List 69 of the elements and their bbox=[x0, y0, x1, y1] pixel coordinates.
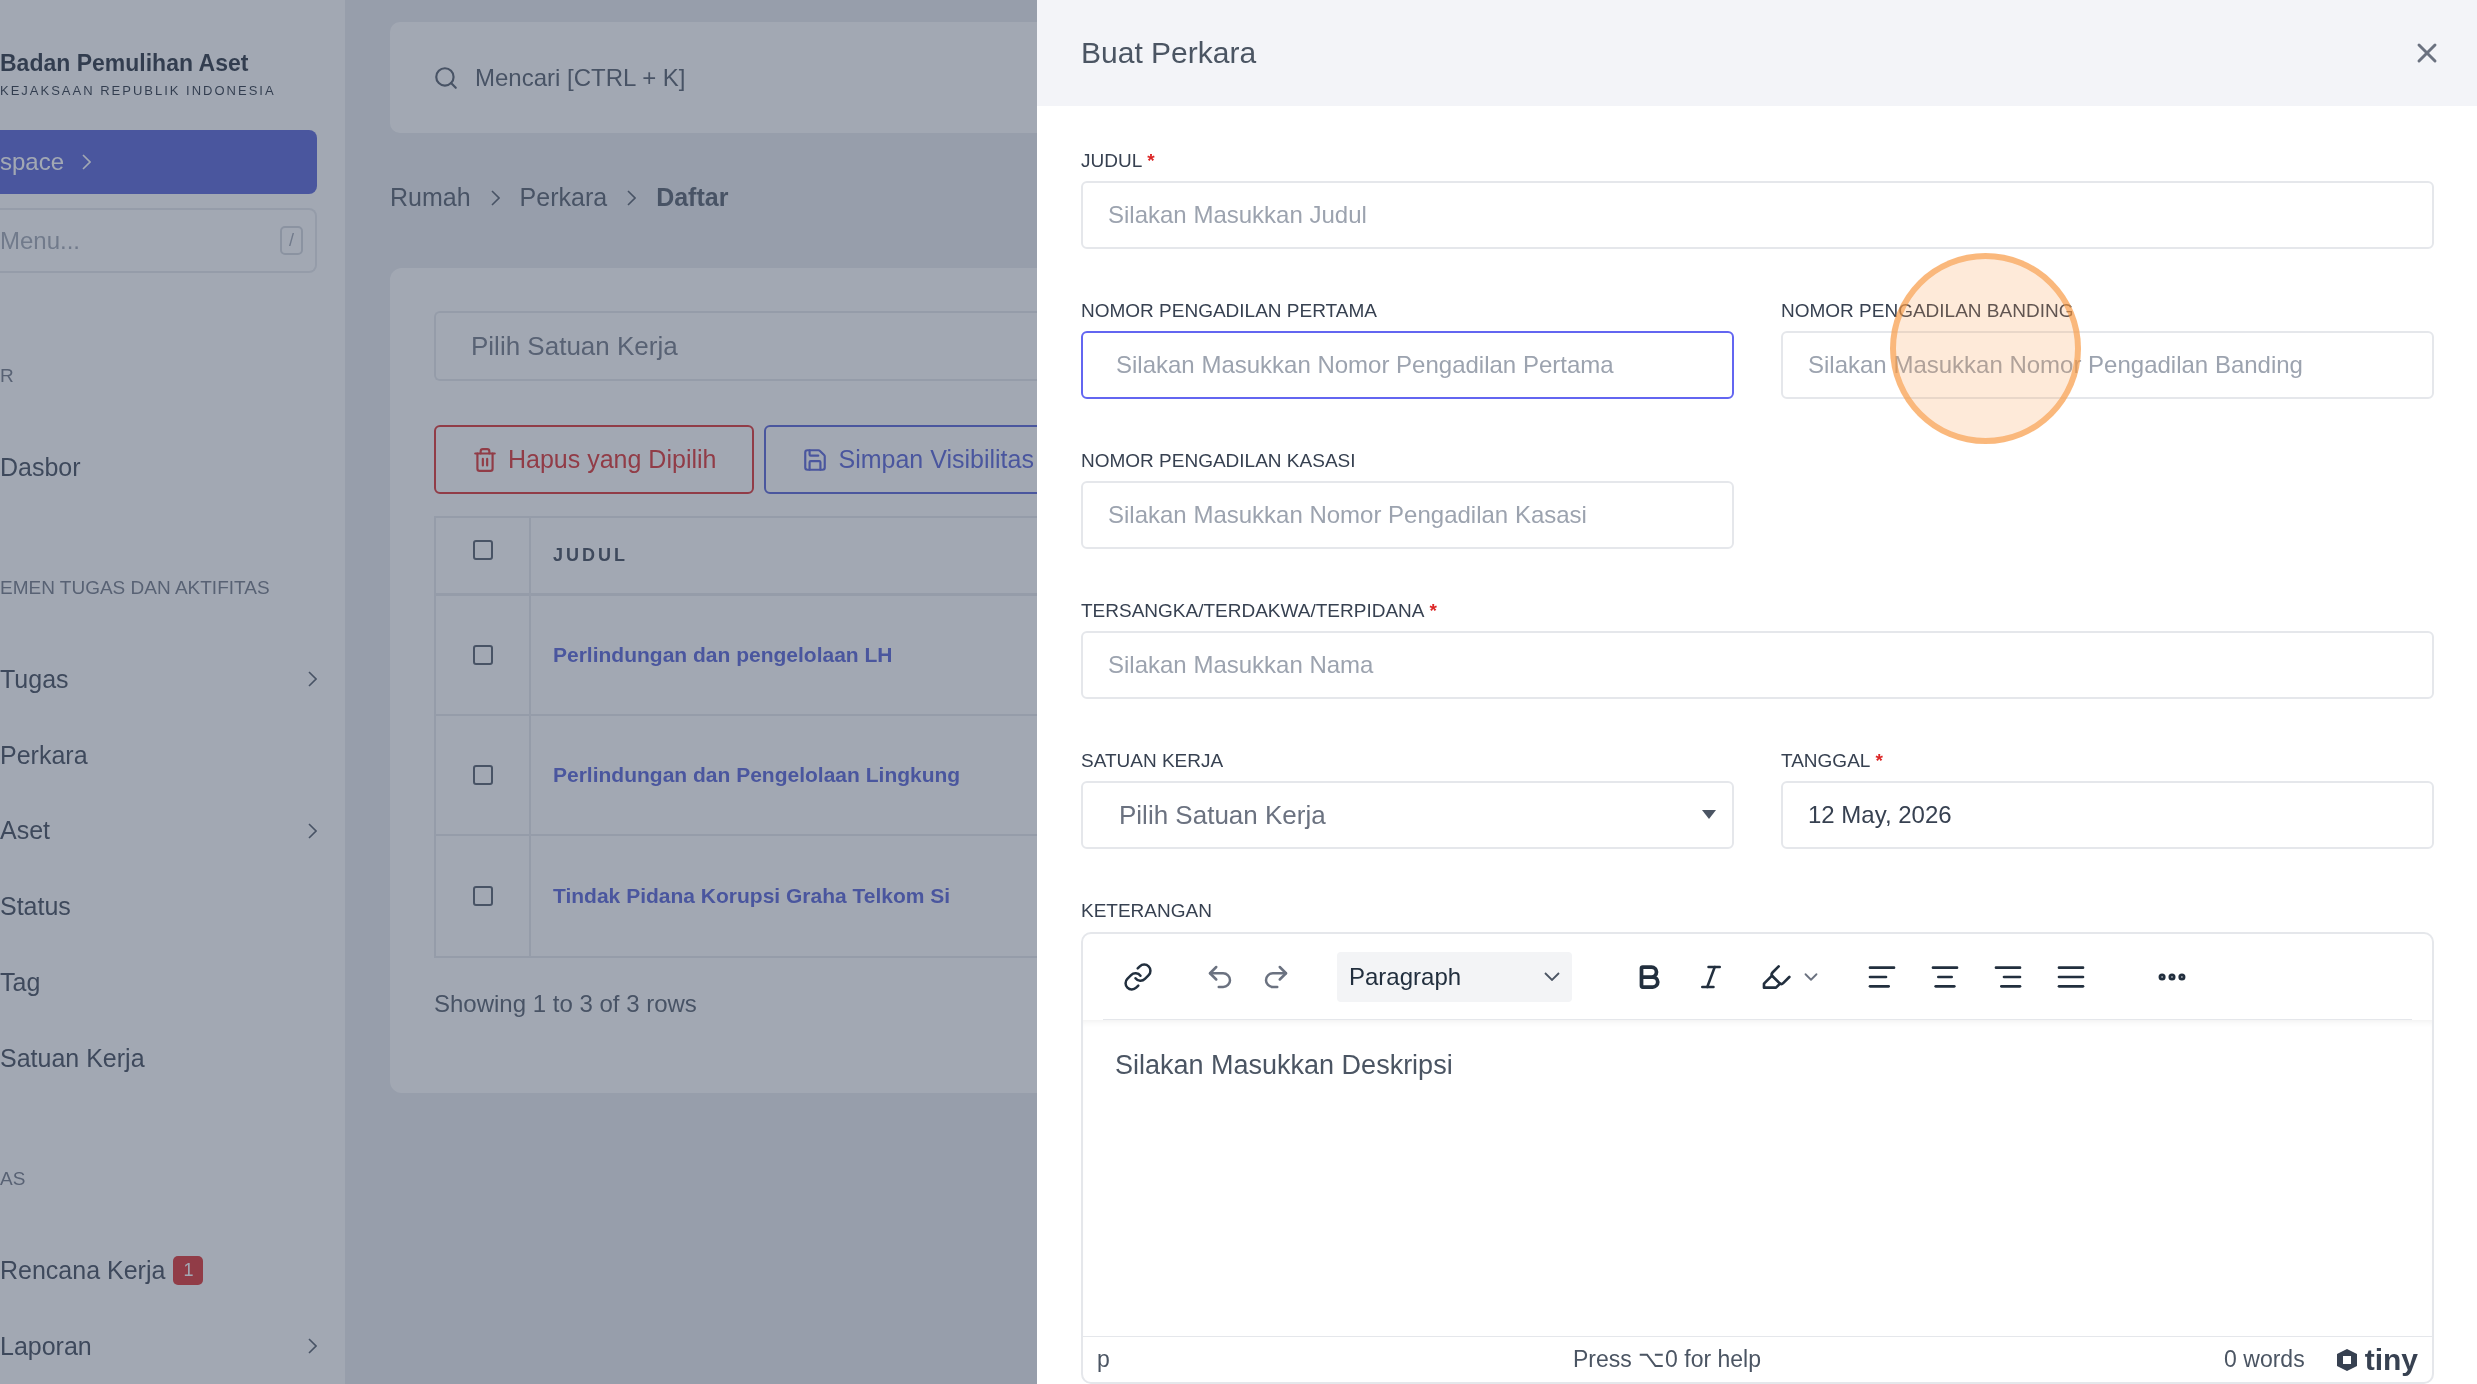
sidebar-item-label: Perkara bbox=[0, 740, 88, 770]
sidebar-item[interactable]: Status bbox=[0, 868, 317, 945]
chevron-icon bbox=[82, 153, 92, 170]
sidebar-item-label: Tugas bbox=[0, 664, 69, 694]
chevron-icon bbox=[490, 189, 500, 206]
chevron-icon bbox=[627, 189, 637, 206]
chevron-icon bbox=[308, 671, 317, 688]
pagination-info: Showing 1 to 3 of 3 rows bbox=[434, 990, 698, 1018]
sidebar-item[interactable]: Aset bbox=[0, 793, 317, 869]
sidebar-item-label: Status bbox=[0, 892, 71, 922]
section-heading: R bbox=[0, 365, 15, 388]
checkbox[interactable] bbox=[472, 645, 493, 665]
chevron-icon bbox=[308, 1338, 317, 1355]
breadcrumb-link[interactable]: Rumah bbox=[390, 183, 471, 212]
sidebar-item[interactable]: Laporan bbox=[0, 1308, 317, 1384]
breadcrumb-link[interactable]: Daftar bbox=[656, 183, 729, 212]
word-count: 0 words bbox=[2224, 1346, 2305, 1373]
caret-icon bbox=[1702, 810, 1716, 820]
search-icon bbox=[433, 64, 459, 91]
sidebar-item-label: Aset bbox=[0, 816, 51, 846]
chevron-icon bbox=[308, 822, 317, 839]
select-field[interactable]: Pilih Satuan Kerja bbox=[1081, 781, 1734, 849]
element-path: p bbox=[1097, 1346, 1110, 1373]
editor-placeholder: Silakan Masukkan Deskripsi bbox=[1115, 1050, 1454, 1081]
column-header: JUDUL bbox=[552, 544, 629, 567]
field-label: SATUAN KERJA bbox=[1081, 750, 1225, 772]
field-label: KETERANGAN bbox=[1081, 900, 1213, 922]
field-label: JUDUL * bbox=[1081, 150, 1156, 172]
checkbox[interactable] bbox=[472, 886, 493, 906]
logo-icon bbox=[2334, 1347, 2359, 1372]
workspace-button[interactable]: space bbox=[0, 130, 317, 194]
sidebar-item-label: Rencana Kerja bbox=[0, 1255, 166, 1285]
field-label: TANGGAL * bbox=[1781, 750, 1884, 772]
brand-name: tiny bbox=[2364, 1342, 2418, 1377]
count-badge: 1 bbox=[173, 1255, 204, 1285]
delete-button[interactable]: Hapus yang Dipilih bbox=[434, 425, 755, 494]
case-title-link[interactable]: Perlindungan dan Pengelolaan Lingkung bbox=[553, 763, 961, 787]
link-icon[interactable] bbox=[1123, 961, 1153, 992]
sidebar-item-label: Laporan bbox=[0, 1331, 92, 1361]
checkbox[interactable] bbox=[472, 765, 493, 785]
field-label: NOMOR PENGADILAN KASASI bbox=[1081, 450, 1357, 472]
checkbox[interactable] bbox=[472, 540, 493, 560]
input-field[interactable]: Silakan Masukkan Nomor Pengadilan Pertama bbox=[1081, 331, 1734, 399]
sidebar-item-label: Dasbor bbox=[0, 452, 81, 482]
section-heading: EMEN TUGAS DAN AKTIFITAS bbox=[0, 577, 271, 600]
breadcrumb-link[interactable]: Perkara bbox=[519, 183, 608, 212]
rich-text-editor[interactable]: Paragraph Silakan Masukkan Deskripsi p Press ⌥0 for help 0 words tiny bbox=[1081, 932, 2434, 1384]
trash-icon bbox=[472, 446, 498, 473]
help-hint: Press ⌥0 for help bbox=[1572, 1346, 1761, 1373]
case-title-link[interactable]: Perlindungan dan pengelolaan LH bbox=[553, 643, 893, 667]
date-field[interactable]: 12 May, 2026 bbox=[1781, 781, 2434, 849]
field-label: NOMOR PENGADILAN PERTAMA bbox=[1081, 300, 1378, 322]
sidebar-item-label: Satuan Kerja bbox=[0, 1043, 145, 1073]
brand-title: Badan Pemulihan Aset bbox=[0, 50, 250, 77]
shortcut-key: / bbox=[280, 226, 303, 256]
sidebar-item[interactable]: Rencana Kerja 1 bbox=[0, 1232, 317, 1309]
drawer-title: Buat Perkara bbox=[1081, 36, 1257, 70]
sidebar-item-label: Tag bbox=[0, 968, 41, 998]
sidebar-item[interactable]: Tugas bbox=[0, 641, 317, 718]
field-label: TERSANGKA/TERDAKWA/TERPIDANA * bbox=[1081, 600, 1438, 622]
section-heading: AS bbox=[0, 1168, 27, 1191]
format-select[interactable]: Paragraph bbox=[1337, 951, 1572, 1002]
case-title-link[interactable]: Tindak Pidana Korupsi Graha Telkom Si bbox=[553, 884, 951, 908]
sidebar-item[interactable]: Satuan Kerja bbox=[0, 1020, 317, 1097]
brand-subtitle: KEJAKSAAN REPUBLIK INDONESIA bbox=[0, 83, 277, 98]
sidebar-item[interactable]: Perkara bbox=[0, 717, 317, 793]
sidebar-item[interactable]: Tag bbox=[0, 944, 317, 1021]
chevron-down-icon bbox=[1544, 972, 1560, 981]
sidebar-item[interactable]: Dasbor bbox=[0, 429, 317, 506]
